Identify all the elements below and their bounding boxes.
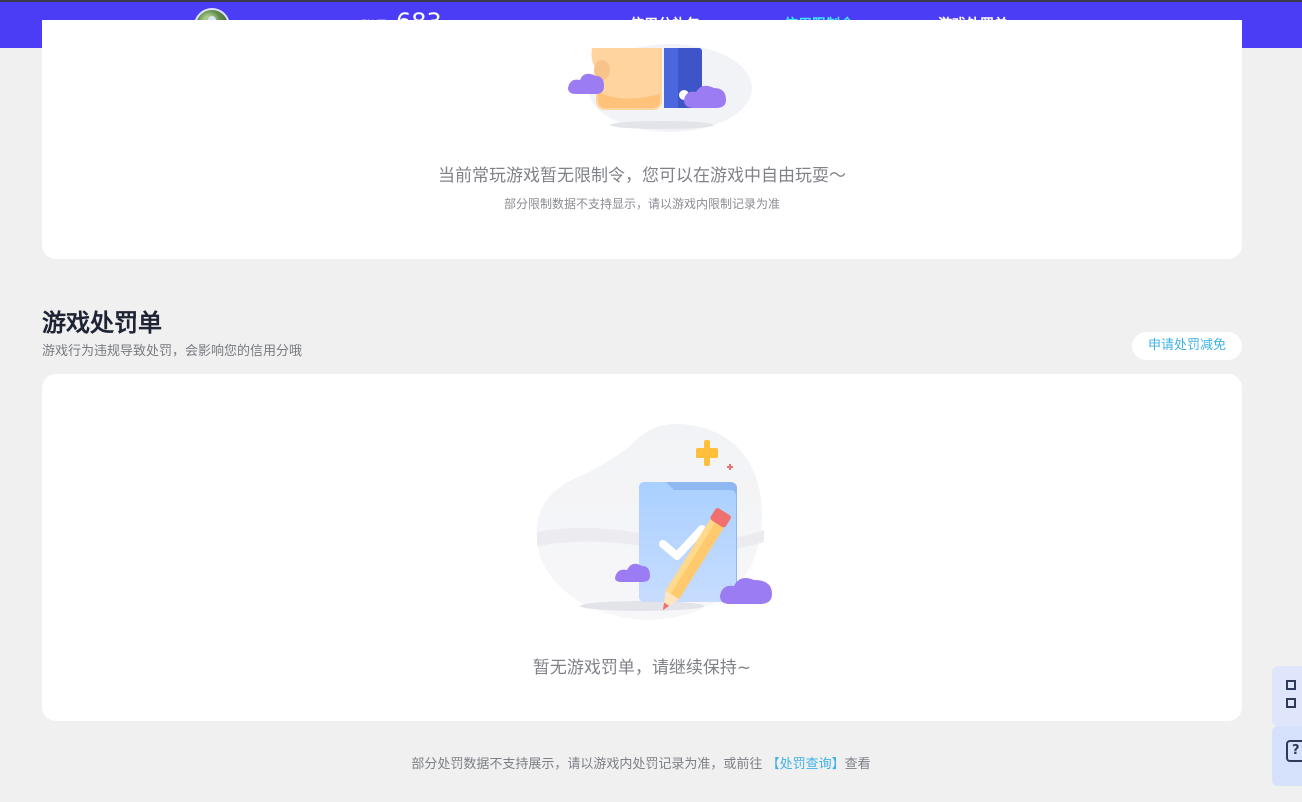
help-tab[interactable]: ? [1272,726,1302,786]
footer-note: 部分处罚数据不支持展示，请以游戏内处罚记录为准，或前往 【处罚查询】查看 [0,753,1282,772]
qr-code-tab[interactable] [1272,666,1302,726]
footer-note-text: 部分处罚数据不支持展示，请以游戏内处罚记录为准，或前往 [411,757,763,772]
help-chat-icon: ? [1286,740,1302,762]
qr-code-icon-part [1286,698,1296,708]
penalty-card: 暂无游戏罚单，请继续保持~ [42,374,1242,721]
penalty-query-link[interactable]: 【处罚查询】 [767,757,845,772]
qr-code-icon [1286,680,1296,690]
restriction-note: 部分限制数据不支持显示，请以游戏内限制记录为准 [503,197,780,211]
footer-note-suffix: 查看 [844,757,871,772]
restriction-empty-message: 当前常玩游戏暂无限制令，您可以在游戏中自由玩耍～ [438,166,846,186]
no-penalty-illustration [536,423,772,620]
restriction-empty-illustration [568,44,752,132]
penalty-section-description: 游戏行为违规导致处罚，会影响您的信用分哦 [42,344,303,359]
penalty-section-title: 游戏处罚单 [42,309,162,337]
restriction-card: 当前常玩游戏暂无限制令，您可以在游戏中自由玩耍～ 部分限制数据不支持显示，请以游… [42,20,1242,259]
apply-penalty-reduction-button[interactable]: 申请处罚减免 [1132,332,1242,360]
no-penalty-message: 暂无游戏罚单，请继续保持~ [532,658,752,678]
